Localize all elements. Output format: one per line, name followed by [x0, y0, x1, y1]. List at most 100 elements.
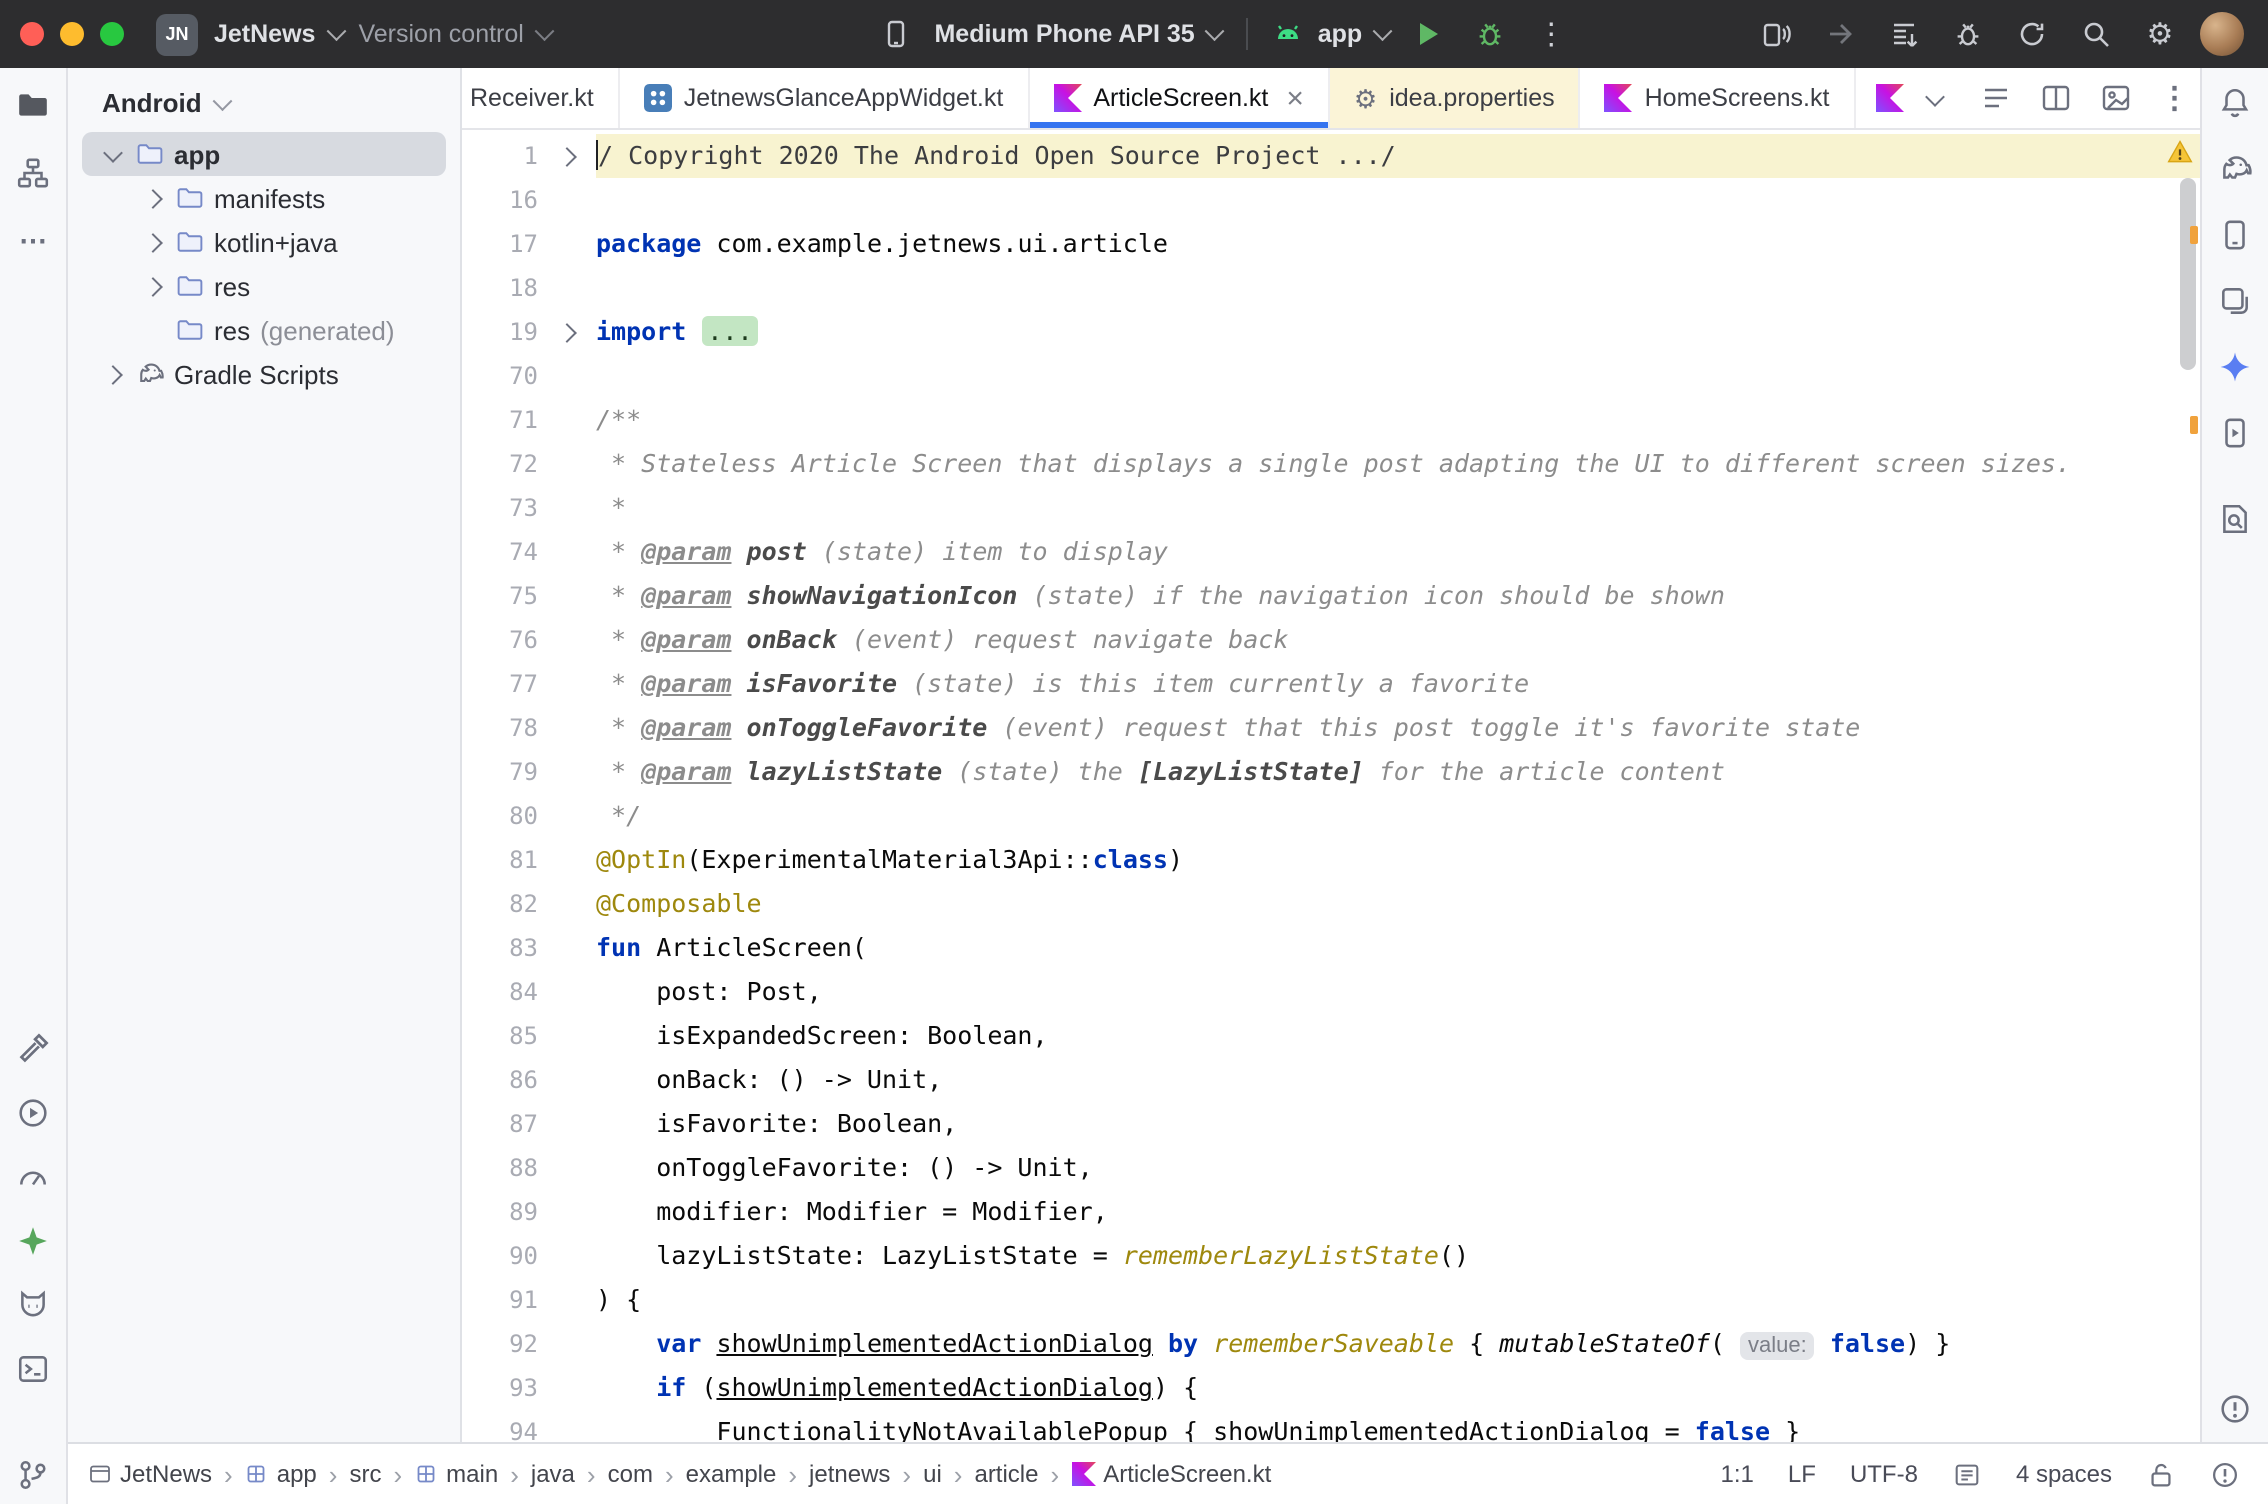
project-view-selector[interactable]: Android [68, 80, 460, 132]
project-switcher[interactable]: JetNews [214, 20, 342, 48]
tree-item-kotlin-java[interactable]: kotlin+java [82, 220, 446, 264]
breadcrumb-separator: › [587, 1459, 596, 1489]
more-vertical-icon: ⋮ [1536, 19, 1566, 49]
tab-idea-properties[interactable]: ⚙idea.properties [1330, 68, 1581, 128]
tab-homescreens-kt[interactable]: HomeScreens.kt [1581, 68, 1856, 128]
gear-icon: ⚙ [1354, 85, 1377, 111]
profiler-tool-icon[interactable] [16, 1160, 50, 1194]
indent-widget[interactable]: 4 spaces [2016, 1460, 2112, 1488]
tree-item-res[interactable]: res [82, 264, 446, 308]
line-number: 88 [462, 1146, 538, 1190]
split-view-icon[interactable] [2039, 82, 2071, 114]
more-options-icon[interactable]: ⋮ [2159, 81, 2189, 115]
device-manager-icon[interactable] [2218, 218, 2252, 252]
run-button[interactable] [1403, 10, 1451, 58]
chevron-right-icon[interactable] [138, 279, 166, 293]
breadcrumb-jetnews[interactable]: jetnews [805, 1460, 894, 1488]
code-line-content: onBack: () -> Unit, [596, 1058, 2200, 1102]
tab-articlescreen-kt[interactable]: ArticleScreen.kt× [1029, 68, 1330, 128]
error-stripe-mark[interactable] [2190, 416, 2198, 434]
settings-button[interactable]: ⚙ [2136, 10, 2184, 58]
design-view-icon[interactable] [2099, 82, 2131, 114]
breadcrumb-java[interactable]: java [527, 1460, 579, 1488]
lock-open-icon[interactable] [2146, 1459, 2176, 1489]
logcat-tool-icon[interactable] [16, 1288, 50, 1322]
terminal-tool-icon[interactable] [16, 1352, 50, 1386]
gradle-tool-icon[interactable] [2218, 152, 2252, 186]
forward-button[interactable] [1816, 10, 1864, 58]
emulator-icon[interactable] [2218, 284, 2252, 318]
close-tab-icon[interactable]: × [1286, 83, 1304, 113]
code-view-icon[interactable] [1979, 82, 2011, 114]
fold-gutter [538, 1146, 596, 1190]
fold-marker-icon[interactable] [538, 310, 596, 354]
vcs-update-button[interactable] [1880, 10, 1928, 58]
tab-hidden-kotlin-file[interactable] [1855, 68, 1909, 128]
find-tool-icon[interactable] [2218, 502, 2252, 536]
run-tool-icon[interactable] [16, 1096, 50, 1130]
breadcrumb-src[interactable]: src [345, 1460, 385, 1488]
bug-report-button[interactable] [1944, 10, 1992, 58]
tree-item-gradle-scripts[interactable]: Gradle Scripts [82, 352, 446, 396]
structure-tool-icon[interactable] [16, 156, 50, 190]
breadcrumb-com[interactable]: com [604, 1460, 657, 1488]
breadcrumb-example[interactable]: example [682, 1460, 781, 1488]
phone-icon [880, 18, 912, 50]
breadcrumb-main[interactable]: main [410, 1460, 502, 1488]
breadcrumb-jetnews[interactable]: JetNews [84, 1460, 216, 1488]
device-selector[interactable] [872, 10, 920, 58]
more-run-options-button[interactable]: ⋮ [1527, 10, 1575, 58]
notifications-icon[interactable] [2218, 86, 2252, 120]
git-branch-icon[interactable] [16, 1458, 50, 1492]
gradle-sync-button[interactable] [2008, 10, 2056, 58]
run-configuration-selector[interactable]: app [1318, 20, 1389, 48]
device-streaming-button[interactable] [1752, 10, 1800, 58]
tree-item-app[interactable]: app [82, 132, 446, 176]
gemini-icon[interactable] [2218, 350, 2252, 384]
line-number: 71 [462, 398, 538, 442]
caret-position-widget[interactable]: 1:1 [1721, 1460, 1754, 1488]
tab-receiver-kt[interactable]: Receiver.kt [462, 68, 620, 128]
problems-indicator-icon[interactable] [2218, 1392, 2252, 1426]
code-line: 85 isExpandedScreen: Boolean, [462, 1014, 2200, 1058]
code-editor[interactable]: 1/ Copyright 2020 The Android Open Sourc… [462, 130, 2200, 1442]
tab-jetnewsglanceappwidget-kt[interactable]: JetnewsGlanceAppWidget.kt [620, 68, 1030, 128]
inspection-warning-icon[interactable] [2166, 138, 2194, 166]
fold-gutter [538, 618, 596, 662]
close-window-button[interactable] [20, 22, 44, 46]
chevron-right-icon[interactable] [98, 367, 126, 381]
running-devices-icon[interactable] [2218, 416, 2252, 450]
fold-gutter [538, 530, 596, 574]
breadcrumb-app[interactable]: app [241, 1460, 321, 1488]
chevron-right-icon[interactable] [138, 191, 166, 205]
editor-scrollbar[interactable] [2180, 178, 2196, 370]
debug-button[interactable] [1465, 10, 1513, 58]
vcs-label: Version control [358, 20, 523, 48]
fold-marker-icon[interactable] [538, 134, 596, 178]
vcs-menu[interactable]: Version control [358, 20, 550, 48]
error-stripe-mark[interactable] [2190, 226, 2198, 244]
device-selector-label[interactable]: Medium Phone API 35 [934, 20, 1221, 48]
search-everywhere-button[interactable] [2072, 10, 2120, 58]
minimize-window-button[interactable] [60, 22, 84, 46]
project-tool-icon[interactable] [16, 88, 50, 122]
chevron-down-icon[interactable] [98, 149, 126, 159]
app-quality-insights-icon[interactable] [16, 1224, 50, 1258]
line-separator-widget[interactable]: LF [1788, 1460, 1816, 1488]
encoding-widget[interactable]: UTF-8 [1850, 1460, 1918, 1488]
breadcrumb-articlescreen-kt[interactable]: ArticleScreen.kt [1067, 1460, 1275, 1488]
breadcrumb-ui[interactable]: ui [919, 1460, 946, 1488]
line-number: 82 [462, 882, 538, 926]
hidden-tabs-button[interactable] [1909, 68, 1959, 128]
chevron-right-icon[interactable] [138, 235, 166, 249]
problems-icon[interactable] [2210, 1459, 2240, 1489]
tree-item-res-generated[interactable]: res (generated) [82, 308, 446, 352]
more-tool-windows-icon[interactable]: ⋯ [19, 224, 47, 258]
code-line: 82@Composable [462, 882, 2200, 926]
tree-item-manifests[interactable]: manifests [82, 176, 446, 220]
reader-mode-icon[interactable] [1952, 1459, 1982, 1489]
breadcrumb-article[interactable]: article [970, 1460, 1042, 1488]
user-avatar[interactable] [2200, 12, 2244, 56]
build-tool-icon[interactable] [16, 1032, 50, 1066]
zoom-window-button[interactable] [100, 22, 124, 46]
